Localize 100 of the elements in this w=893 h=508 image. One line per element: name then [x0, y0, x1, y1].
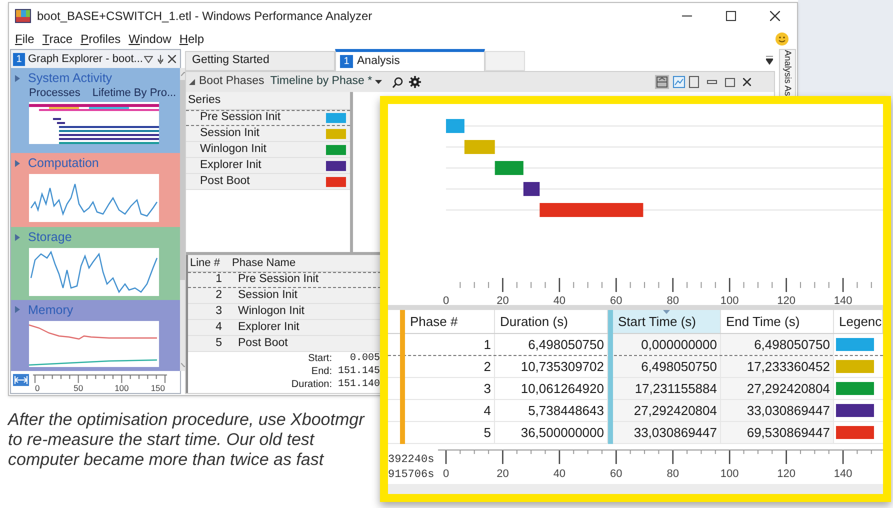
dropdown-icon[interactable]	[144, 56, 153, 62]
pane-number: 1	[13, 52, 25, 66]
table-row[interactable]: 4 Explorer Init	[188, 320, 381, 336]
table-cell: 17,233360452	[721, 356, 834, 377]
close-icon[interactable]	[743, 78, 751, 86]
side-tab[interactable]: Analysis As	[779, 49, 796, 98]
menu-item[interactable]: Profiles	[76, 30, 125, 48]
tick-label: 80	[666, 468, 679, 480]
table-cell: 27,292420804	[613, 400, 721, 421]
tick-label: 50	[74, 383, 84, 392]
window-title: boot_BASE+CSWITCH_1.etl - Windows Performance Analyzer	[37, 8, 372, 25]
summary-value: 151.145	[336, 365, 380, 378]
caption: After the optimisation procedure, use Xbootmgr to re-measure the start time. Our old test computer became more than twice as fast	[8, 410, 366, 470]
smiley-icon[interactable]	[775, 32, 789, 46]
series-row[interactable]: Pre Session Init	[186, 110, 350, 126]
pin-icon[interactable]	[157, 54, 164, 64]
table-row[interactable]: 3 Winlogon Init	[188, 304, 381, 320]
table-cell: 27,292420804	[721, 378, 834, 399]
table-cell-text: Explorer Init	[237, 320, 300, 335]
table-row[interactable]: 5 Post Boot	[188, 336, 381, 352]
table-cell: 0,000000000	[613, 334, 721, 355]
summary-value: 151.140	[336, 378, 380, 391]
series-row[interactable]: Winlogon Init	[186, 142, 350, 158]
graph-view-icon[interactable]	[673, 76, 685, 88]
tick-label: 20	[496, 468, 509, 480]
maximize-icon[interactable]	[725, 78, 735, 86]
scroll-down-icon[interactable]	[180, 363, 188, 367]
close-icon[interactable]	[168, 55, 176, 63]
tick-label: 40	[553, 468, 566, 480]
table-cell: 69,530869447	[721, 422, 834, 443]
table-cell-text: Winlogon Init	[237, 304, 304, 319]
table-row[interactable]: 3 10,061264920 17,231155884 27,292420804	[388, 378, 883, 400]
tick-label: 150	[150, 383, 165, 392]
collapse-icon[interactable]	[189, 79, 195, 85]
tick-label: 140	[834, 295, 852, 305]
tick-label: 100	[114, 383, 129, 392]
menu-item[interactable]: Help	[175, 30, 208, 48]
settings-icon[interactable]	[409, 76, 422, 88]
table-cell: 6,498050750	[721, 334, 834, 355]
table-cell: 17,231155884	[613, 378, 721, 399]
series-row[interactable]: Explorer Init	[186, 158, 350, 174]
close-icon[interactable]	[770, 11, 780, 21]
summary-label: Start:	[308, 352, 332, 365]
table-cell: 33,030869447	[721, 400, 834, 421]
scrollbar[interactable]	[388, 484, 883, 494]
table-row[interactable]: 2 Session Init	[188, 288, 381, 304]
table-row[interactable]: 1 6,498050750 0,000000000 6,498050750	[388, 334, 883, 356]
summary-label: End:	[311, 365, 332, 378]
table-row[interactable]: 5 36,500000000 33,030869447 69,530869447	[388, 422, 883, 444]
column-header[interactable]: Legenc	[834, 310, 883, 333]
tick-label: 0	[442, 468, 450, 480]
expand-icon[interactable]	[15, 234, 20, 241]
table-cell-text: 4	[214, 320, 222, 335]
tick-label: 140	[834, 468, 852, 480]
expand-icon[interactable]	[15, 74, 20, 82]
table-cell-text: 2	[214, 288, 222, 303]
column-header[interactable]: Line #	[188, 254, 228, 272]
tick-label: 0	[442, 295, 450, 305]
tick-label: 60	[610, 468, 622, 480]
maximize-icon[interactable]	[726, 11, 736, 21]
chart-table-view-icon[interactable]	[655, 75, 669, 89]
tick-label: 120	[777, 295, 796, 305]
tick-label: 20	[496, 295, 509, 305]
menu-item[interactable]: File	[11, 30, 38, 48]
zoom-fit-icon[interactable]	[13, 374, 29, 386]
tick-label: 80	[666, 295, 679, 305]
tab-number: 1	[340, 55, 353, 68]
preset-dropdown[interactable]: Timeline by Phase *	[270, 73, 382, 91]
summary-value: 0.005	[348, 352, 380, 365]
table-cell-text: 5	[214, 336, 222, 351]
minimize-icon[interactable]	[707, 78, 717, 86]
tab[interactable]: Getting Started	[185, 51, 335, 71]
tick-label: 100	[720, 295, 739, 305]
tab[interactable]: 1 Analysis	[335, 49, 485, 71]
tick-label: 40	[553, 295, 566, 305]
table-row[interactable]: 1 Pre Session Init	[188, 272, 381, 288]
column-header[interactable]: End Time (s)	[721, 310, 834, 333]
overflow-icon[interactable]	[766, 56, 773, 65]
table-cell-text: Post Boot	[237, 336, 288, 351]
table-cell: 6,498050750	[613, 356, 721, 377]
table-view-icon[interactable]	[689, 76, 699, 88]
expand-icon[interactable]	[15, 160, 20, 167]
table-cell: 33,030869447	[613, 422, 721, 443]
axis-label: 392240s	[388, 453, 436, 468]
graph-title: Boot Phases	[199, 74, 264, 90]
app-icon	[15, 9, 31, 23]
tick-label: 100	[720, 468, 739, 480]
series-row[interactable]: Post Boot	[186, 174, 350, 190]
graph-subtitle[interactable]: Processes	[29, 86, 80, 100]
tick-label: 0	[35, 383, 40, 392]
search-icon[interactable]	[392, 76, 404, 88]
series-row[interactable]: Session Init	[186, 126, 350, 142]
menu-item[interactable]: Trace	[38, 30, 77, 48]
table-row[interactable]: 2 10,735309702 6,498050750 17,233360452	[388, 356, 883, 378]
graph-subtitle[interactable]: Lifetime By Pro...	[92, 86, 176, 100]
column-header[interactable]: Start Time (s)	[613, 310, 721, 333]
table-row[interactable]: 4 5,738448643 27,292420804 33,030869447	[388, 400, 883, 422]
menu-item[interactable]: Window	[124, 30, 176, 48]
axis-label: 915706s	[388, 468, 436, 483]
column-header[interactable]: Phase Name	[228, 254, 296, 272]
